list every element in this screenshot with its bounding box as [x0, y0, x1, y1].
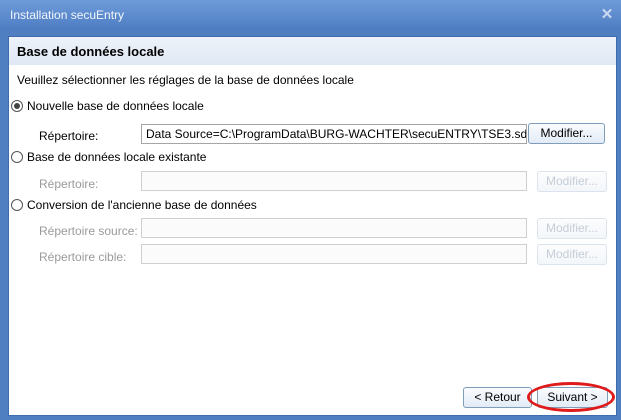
convert-source-modify-button[interactable]: Modifier...	[537, 218, 607, 239]
radio-new-db-circle[interactable]	[11, 100, 23, 112]
existing-db-directory-label: Répertoire:	[39, 177, 99, 191]
radio-convert-db-label: Conversion de l'ancienne base de données	[27, 198, 257, 212]
radio-existing-db-label: Base de données locale existante	[27, 150, 207, 164]
radio-convert-db-circle[interactable]	[11, 199, 23, 211]
page-title: Base de données locale	[17, 44, 165, 59]
new-db-directory-label: Répertoire:	[39, 129, 99, 143]
radio-new-db[interactable]: Nouvelle base de données locale	[11, 98, 204, 114]
convert-target-modify-button[interactable]: Modifier...	[537, 244, 607, 265]
convert-target-input[interactable]	[141, 244, 527, 264]
new-db-modify-button[interactable]: Modifier...	[528, 123, 605, 144]
existing-db-modify-button[interactable]: Modifier...	[537, 171, 607, 192]
page-header: Base de données locale	[9, 37, 616, 65]
convert-source-label: Répertoire source:	[39, 224, 138, 238]
radio-existing-db[interactable]: Base de données locale existante	[11, 149, 206, 165]
radio-convert-db[interactable]: Conversion de l'ancienne base de données	[11, 197, 257, 213]
window-title: Installation secuEntry	[10, 8, 125, 22]
installer-window: Installation secuEntry ✕ Base de données…	[0, 0, 621, 420]
back-button[interactable]: < Retour	[463, 387, 532, 408]
title-bar[interactable]: Installation secuEntry ✕	[0, 0, 621, 30]
close-icon[interactable]: ✕	[597, 6, 617, 24]
convert-target-label: Répertoire cible:	[39, 250, 127, 264]
radio-existing-db-circle[interactable]	[11, 151, 23, 163]
convert-source-input[interactable]	[141, 218, 527, 238]
radio-new-db-label: Nouvelle base de données locale	[27, 99, 204, 113]
next-highlight-ring	[527, 382, 615, 412]
existing-db-directory-input[interactable]	[141, 171, 527, 191]
wizard-page: Base de données locale Veuillez sélectio…	[8, 36, 617, 416]
new-db-directory-input[interactable]: Data Source=C:\ProgramData\BURG-WACHTER\…	[141, 124, 527, 144]
page-subtitle: Veuillez sélectionner les réglages de la…	[17, 73, 354, 87]
